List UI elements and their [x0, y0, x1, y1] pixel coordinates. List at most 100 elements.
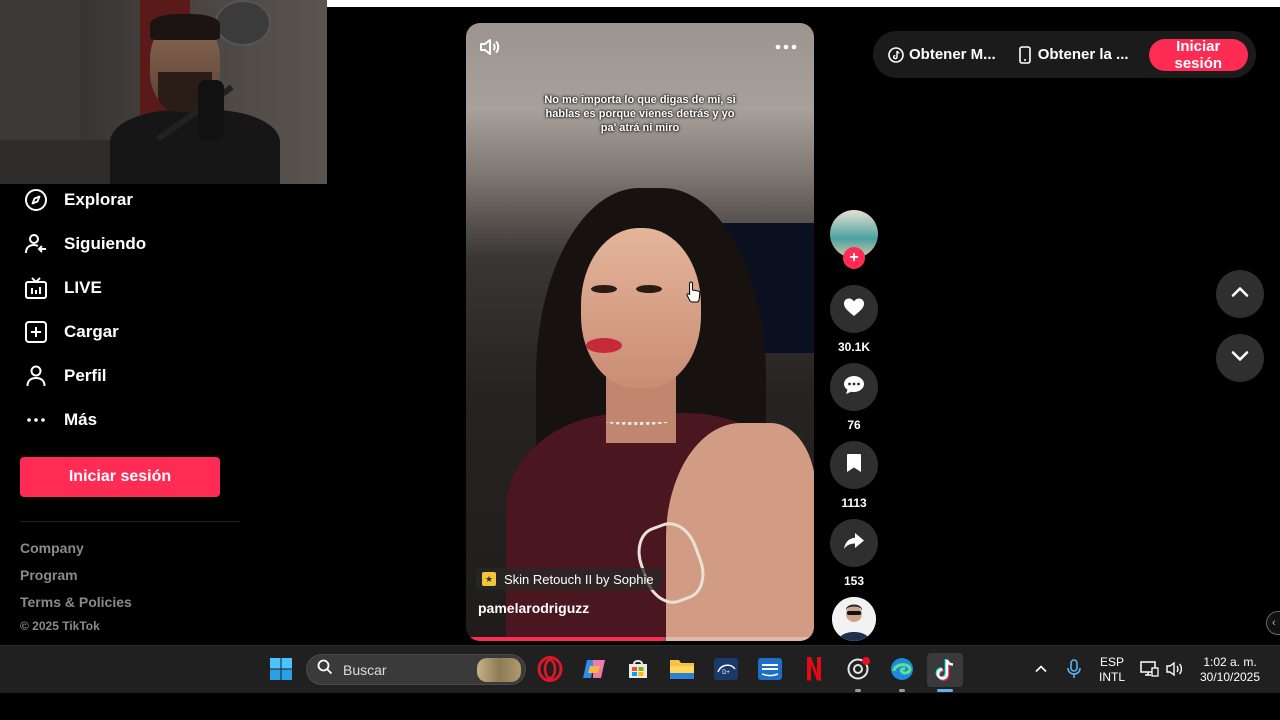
footer-link-program[interactable]: Program — [20, 567, 78, 583]
opera-browser-icon[interactable] — [534, 653, 566, 685]
caption-line: No me importa lo que digas de mi, si — [544, 94, 736, 106]
video-progress-fill — [466, 637, 665, 641]
netflix-icon[interactable] — [798, 653, 830, 685]
search-highlight-image — [477, 658, 521, 682]
footer-link-terms[interactable]: Terms & Policies — [20, 594, 132, 610]
chevron-left-icon: ‹ — [1272, 617, 1276, 629]
music-avatar[interactable] — [832, 597, 876, 641]
save-button[interactable] — [830, 441, 878, 489]
microphone-tray-icon[interactable] — [1060, 653, 1088, 685]
chatgpt-icon[interactable] — [842, 653, 874, 685]
sidebar-item-label: Perfil — [64, 366, 107, 385]
top-action-bar: Obtener M... Obtener la ... Iniciar sesi… — [873, 31, 1256, 78]
disney-plus-icon[interactable]: D+ — [710, 653, 742, 685]
share-arrow-icon — [842, 529, 866, 558]
clock[interactable]: 1:02 a. m. 30/10/2025 — [1192, 655, 1268, 685]
keyboard-language[interactable]: ESP INTL — [1096, 655, 1128, 685]
windows-start-icon[interactable] — [265, 653, 297, 685]
search-icon — [317, 659, 333, 680]
screen-bottom-edge — [0, 693, 1280, 720]
sidebar-item-mas[interactable]: Más — [22, 404, 97, 436]
edge-browser-icon[interactable] — [886, 653, 918, 685]
comment-button[interactable] — [830, 363, 878, 411]
bookmark-icon — [843, 452, 865, 479]
prime-video-icon[interactable] — [754, 653, 786, 685]
get-coins-label: Obtener M... — [909, 46, 996, 63]
windows-taskbar: Buscar D+ ESP INTL 1:02 a. m. 30/10/2025 — [0, 645, 1280, 693]
copyright-text: © 2025 TikTok — [20, 619, 100, 633]
get-app-link[interactable]: Obtener la ... — [1016, 45, 1129, 64]
collapse-panel-tab[interactable]: ‹ — [1266, 611, 1280, 635]
language-code: ESP — [1099, 655, 1124, 669]
sidebar-divider — [20, 521, 240, 522]
sidebar-login-button[interactable]: Iniciar sesión — [20, 457, 220, 497]
footer-link-company[interactable]: Company — [20, 540, 84, 556]
sidebar-item-label: Cargar — [64, 322, 119, 341]
sidebar-item-perfil[interactable]: Perfil — [22, 360, 107, 392]
running-indicator — [899, 689, 905, 692]
get-coins-link[interactable]: Obtener M... — [887, 46, 996, 64]
sidebar-item-siguiendo[interactable]: Siguiendo — [22, 228, 146, 260]
caption-line: pa' atrá ni miro — [600, 122, 680, 134]
effect-chip[interactable]: ★ Skin Retouch II by Sophie — [476, 568, 662, 590]
more-dots-icon — [22, 406, 50, 434]
effect-star-icon: ★ — [482, 572, 496, 586]
tiktok-coin-icon — [887, 46, 905, 64]
fan-image — [215, 0, 271, 46]
clock-time: 1:02 a. m. — [1203, 655, 1257, 669]
taskbar-search-box[interactable]: Buscar — [306, 654, 526, 685]
microphone-image — [198, 80, 224, 140]
network-icon[interactable] — [1136, 653, 1162, 685]
previous-video-button[interactable] — [1216, 270, 1264, 318]
live-tv-icon — [22, 274, 50, 302]
video-caption: No me importa lo que digas de mi, si hab… — [536, 93, 744, 135]
volume-icon[interactable] — [478, 35, 502, 59]
file-explorer-icon[interactable] — [666, 653, 698, 685]
sidebar-item-cargar[interactable]: Cargar — [22, 316, 119, 348]
running-indicator — [855, 689, 861, 692]
sidebar-item-label: Explorar — [64, 190, 133, 209]
sidebar-item-label: LIVE — [64, 278, 102, 297]
like-count: 30.1K — [837, 340, 871, 354]
webcam-overlay — [0, 0, 327, 184]
copilot-icon[interactable] — [578, 653, 610, 685]
sidebar-item-explorar[interactable]: Explorar — [22, 184, 133, 216]
share-button[interactable] — [830, 519, 878, 567]
svg-text:D+: D+ — [722, 670, 730, 676]
caption-line: hablas es porque vienes detrás y yo — [545, 108, 735, 120]
next-video-button[interactable] — [1216, 334, 1264, 382]
more-options-icon[interactable] — [772, 37, 800, 57]
compass-icon — [22, 186, 50, 214]
top-strip — [327, 0, 1280, 7]
volume-tray-icon[interactable] — [1162, 653, 1188, 685]
phone-icon — [1016, 45, 1034, 64]
comment-icon — [842, 373, 866, 402]
sidebar-item-label: Más — [64, 410, 98, 429]
search-placeholder: Buscar — [343, 661, 387, 678]
get-app-label: Obtener la ... — [1037, 46, 1129, 63]
sidebar-item-label: Siguiendo — [64, 234, 147, 253]
keyboard-layout: INTL — [1098, 670, 1125, 684]
mouse-cursor-icon — [686, 281, 702, 303]
chevron-up-icon — [1230, 282, 1250, 307]
tiktok-taskbar-icon[interactable] — [927, 653, 963, 687]
upload-icon — [22, 318, 50, 346]
save-count: 1113 — [841, 496, 867, 510]
effect-label: Skin Retouch II by Sophie — [504, 571, 654, 587]
like-button[interactable] — [830, 285, 878, 333]
microsoft-store-icon[interactable] — [622, 653, 654, 685]
share-count: 153 — [843, 574, 865, 588]
heart-icon — [842, 295, 866, 324]
chevron-down-icon — [1230, 346, 1250, 371]
chevron-up-tray-icon[interactable] — [1026, 653, 1056, 685]
profile-icon — [22, 362, 50, 390]
following-icon — [22, 230, 50, 258]
sidebar-item-live[interactable]: LIVE — [22, 272, 102, 304]
video-author[interactable]: pamelarodriguzz — [478, 600, 589, 616]
top-login-button[interactable]: Iniciar sesión — [1148, 38, 1248, 72]
comment-count: 76 — [847, 418, 861, 432]
active-app-indicator — [937, 689, 953, 692]
follow-plus-icon[interactable]: + — [843, 247, 865, 269]
video-player[interactable]: No me importa lo que digas de mi, si hab… — [466, 23, 814, 641]
clock-date: 30/10/2025 — [1199, 670, 1261, 684]
